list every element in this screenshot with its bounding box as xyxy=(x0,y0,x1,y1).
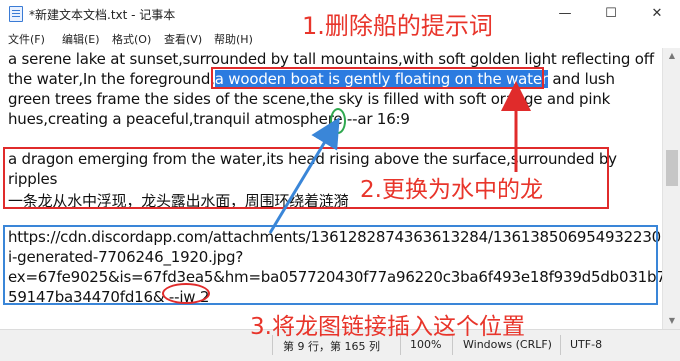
menu-file[interactable]: 文件(F) xyxy=(8,31,45,47)
boat-prompt-highlight-box xyxy=(211,67,544,89)
close-button[interactable]: ✕ xyxy=(634,0,680,28)
text-encoding: UTF-8 xyxy=(570,338,603,351)
notepad-icon xyxy=(9,6,23,22)
annotation-step-3: 3.将龙图链接插入这个位置 xyxy=(250,314,525,340)
scroll-up-arrow-icon[interactable]: ▲ xyxy=(663,48,680,64)
window-title: *新建文本文档.txt - 记事本 xyxy=(29,8,176,22)
vertical-scrollbar[interactable]: ▲ ▼ xyxy=(662,48,680,329)
image-link-box xyxy=(3,225,658,305)
annotation-step-2: 2.更换为水中的龙 xyxy=(360,177,543,203)
text-line-4: hues,creating a peaceful,tranquil atmosp… xyxy=(8,110,410,128)
iw-parameter-marker xyxy=(162,283,210,304)
menu-format[interactable]: 格式(O) xyxy=(112,31,151,47)
text-line-1: a serene lake at sunset,surrounded by ta… xyxy=(8,50,654,68)
text-line-2-end: and lush xyxy=(547,70,615,88)
menu-help[interactable]: 帮助(H) xyxy=(214,31,253,47)
annotation-step-1: 1.删除船的提示词 xyxy=(302,12,493,40)
menu-view[interactable]: 查看(V) xyxy=(164,31,202,47)
scroll-down-arrow-icon[interactable]: ▼ xyxy=(663,313,680,329)
menu-edit[interactable]: 编辑(E) xyxy=(62,31,100,47)
maximize-button[interactable]: ☐ xyxy=(588,0,634,28)
status-divider xyxy=(560,335,561,355)
minimize-button[interactable]: — xyxy=(542,0,588,28)
insert-position-marker xyxy=(330,108,346,134)
text-line-3: green trees frame the sides of the scene… xyxy=(8,90,611,108)
text-line-2-start: the water,In the foreground, xyxy=(8,70,215,88)
scrollbar-thumb[interactable] xyxy=(666,150,678,186)
